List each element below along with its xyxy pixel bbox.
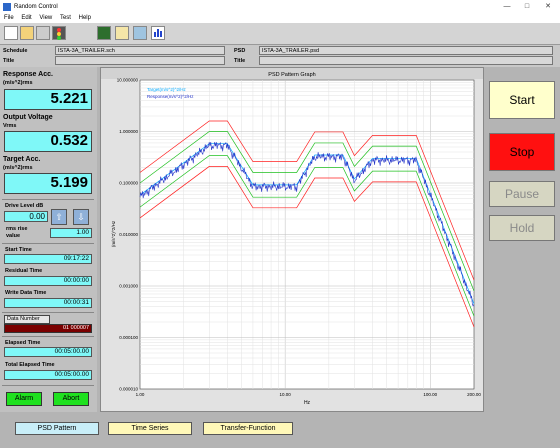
target-label: Target Acc. — [3, 156, 41, 163]
y-tick-label: 0.001000 — [119, 284, 138, 289]
status-panel: Response Acc. (m/s^2)rms 5.221 Output Vo… — [0, 67, 97, 412]
divider — [2, 385, 94, 386]
menu-view[interactable]: View — [39, 15, 52, 21]
divider — [2, 243, 94, 244]
abort-button[interactable]: Abort — [53, 392, 89, 406]
close-icon[interactable]: ✕ — [539, 0, 557, 14]
menu-edit[interactable]: Edit — [21, 15, 31, 21]
response-unit: (m/s^2)rms — [3, 80, 33, 86]
y-tick-label: 0.000010 — [119, 387, 138, 392]
minimize-icon[interactable]: — — [498, 0, 516, 14]
y-axis-label: (m/s^2)^2/Hz — [111, 220, 116, 247]
graph-title: PSD Pattern Graph — [268, 72, 315, 78]
response-value: 5.221 — [4, 89, 92, 110]
rms-value: 1.00 — [50, 228, 92, 238]
total-elapsed-value: 00:05:00.00 — [4, 370, 92, 380]
stop-button[interactable]: Stop — [489, 133, 555, 171]
output-label: Output Voltage — [3, 114, 53, 121]
x-tick-label: 10.00 — [280, 392, 292, 397]
graph-icon[interactable] — [115, 26, 129, 40]
control-panel: Start Stop Pause Hold — [484, 67, 560, 412]
response-label: Response Acc. — [3, 71, 53, 78]
title-field — [55, 56, 225, 65]
elapsed-time-label: Elapsed Time — [5, 340, 41, 346]
app-window: Random Control — □ ✕ File Edit View Test… — [0, 0, 560, 448]
x-axis-label: Hz — [304, 400, 311, 406]
toolbar — [0, 23, 560, 45]
pause-button[interactable]: Pause — [489, 181, 555, 207]
bar-chart-icon[interactable] — [151, 26, 165, 40]
divider — [2, 312, 94, 313]
write-time-value: 00:00:31 — [4, 298, 92, 308]
menu-help[interactable]: Help — [79, 15, 91, 21]
output-unit: Vrms — [3, 123, 17, 129]
start-button[interactable]: Start — [489, 81, 555, 119]
open-icon[interactable] — [20, 26, 34, 40]
divider — [2, 199, 94, 200]
output-group: Output Voltage Vrms — [3, 114, 93, 130]
x-tick-label: 100.00 — [423, 392, 437, 397]
tab-psd-pattern[interactable]: PSD Pattern — [15, 422, 99, 435]
arrow-down-icon[interactable]: ⇩ — [73, 209, 89, 225]
menu-bar: File Edit View Test Help — [0, 14, 560, 23]
graph-panel: PSD Pattern Graph 1.00 10.00 100.00 200.00 1… — [100, 67, 484, 412]
legend-target: Target(m/s^2)^2/Hz — [147, 87, 186, 92]
bottom-tabs: PSD Pattern Time Series Transfer-Functio… — [0, 412, 560, 448]
response-group: Response Acc. (m/s^2)rms — [3, 71, 93, 87]
y-tick-label: 10.000000 — [117, 78, 139, 83]
write-time-label: Write Data Time — [5, 290, 47, 296]
alarm-button[interactable]: Alarm — [6, 392, 42, 406]
menu-file[interactable]: File — [4, 15, 14, 21]
psd-label: PSD — [234, 48, 246, 54]
title-label: Title — [3, 58, 15, 64]
schedule-field: ISTA-3A_TRAILER.sch — [55, 46, 225, 55]
title2-field — [259, 56, 553, 65]
window-icon[interactable] — [133, 26, 147, 40]
traffic-light-icon[interactable] — [52, 26, 66, 40]
maximize-icon[interactable]: □ — [518, 0, 536, 14]
residual-time-value: 00:00:00 — [4, 276, 92, 286]
monitor-icon[interactable] — [97, 26, 111, 40]
tab-time-series[interactable]: Time Series — [108, 422, 192, 435]
y-tick-label: 0.100000 — [119, 181, 138, 186]
new-icon[interactable] — [4, 26, 18, 40]
tab-transfer-function[interactable]: Transfer-Function — [203, 422, 293, 435]
app-icon — [3, 3, 11, 11]
y-tick-label: 1.000000 — [119, 129, 138, 134]
divider — [2, 336, 94, 337]
output-value: 0.532 — [4, 131, 92, 152]
legend-response: Response(m/s^2)^2/Hz — [147, 94, 194, 99]
start-time-label: Start Time — [5, 247, 32, 253]
schedule-label: Schedule — [3, 48, 28, 54]
menu-test[interactable]: Test — [60, 15, 71, 21]
data-number-label: Data Number — [4, 315, 50, 324]
residual-time-label: Residual Time — [5, 268, 43, 274]
target-unit: (m/s^2)rms — [3, 165, 33, 171]
target-value: 5.199 — [4, 173, 92, 194]
x-tick-label: 200.00 — [467, 392, 481, 397]
data-number-value: 01 000007 — [4, 324, 92, 333]
title2-label: Title — [234, 58, 246, 64]
rms-label-value: value — [6, 233, 21, 239]
hold-button[interactable]: Hold — [489, 215, 555, 241]
title-bar: Random Control — □ ✕ — [0, 0, 560, 14]
y-tick-label: 0.010000 — [119, 232, 138, 237]
y-tick-label: 0.000100 — [119, 335, 138, 340]
psd-field: ISTA-3A_TRAILER.psd — [259, 46, 553, 55]
elapsed-time-value: 00:05:00.00 — [4, 347, 92, 357]
total-elapsed-label: Total Elapsed Time — [5, 362, 55, 368]
window-title: Random Control — [14, 4, 58, 10]
info-bar: Schedule ISTA-3A_TRAILER.sch Title PSD I… — [0, 45, 560, 67]
drive-label: Drive Level dB — [5, 203, 44, 209]
print-icon[interactable] — [36, 26, 50, 40]
x-tick-label: 1.00 — [136, 392, 145, 397]
psd-graph: PSD Pattern Graph 1.00 10.00 100.00 200.00 1… — [101, 68, 483, 406]
target-group: Target Acc. (m/s^2)rms — [3, 156, 93, 172]
arrow-up-icon[interactable]: ⇧ — [51, 209, 67, 225]
drive-value: 0.00 — [4, 211, 48, 222]
start-time-value: 09:17:22 — [4, 254, 92, 264]
